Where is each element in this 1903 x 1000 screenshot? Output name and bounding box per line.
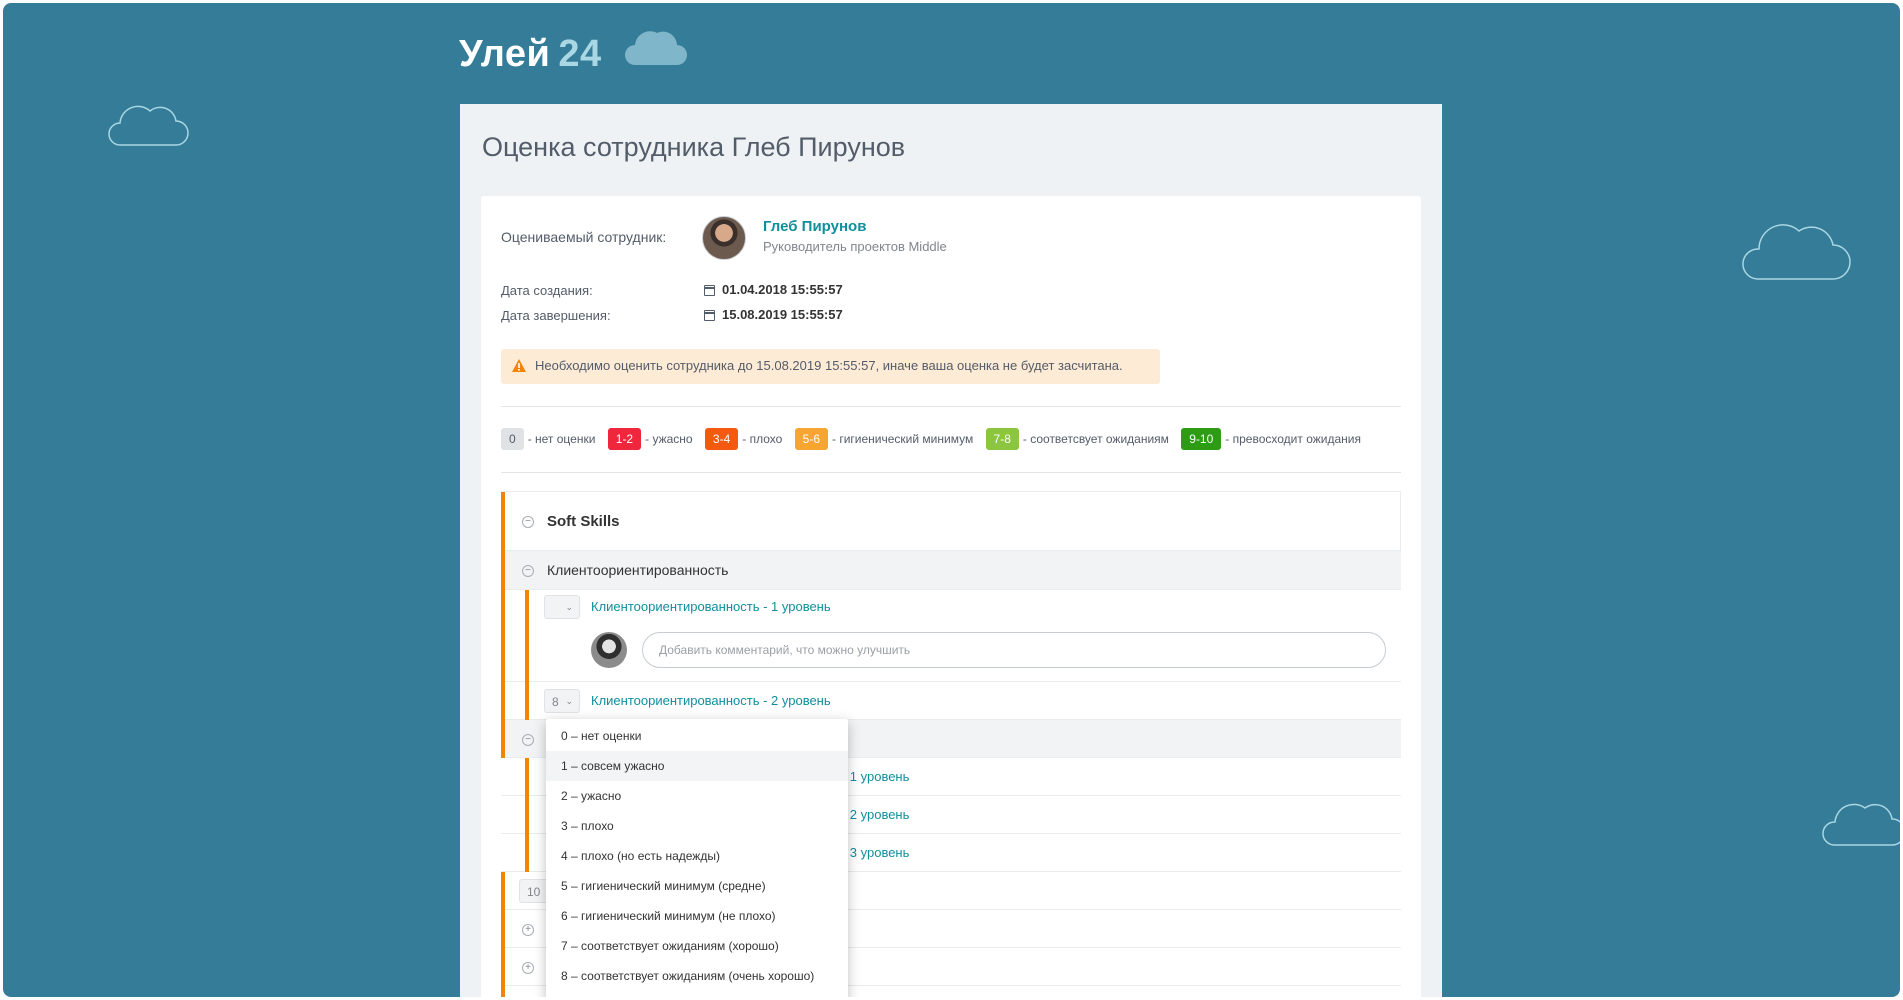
deadline-warning: Необходимо оценить сотрудника до 15.08.2…: [501, 349, 1160, 384]
legend-text: - соответсвует ожиданиям: [1022, 432, 1169, 446]
app-background: Улей 24 Оценка сотрудника Глеб Пирунов Оц…: [3, 3, 1900, 997]
subsection-title: Клиентоориентированность: [547, 562, 729, 578]
calendar-icon: [704, 285, 715, 296]
criterion-link[interactable]: Клиентоориентированность - 2 уровень: [591, 693, 831, 708]
finished-date-value: 15.08.2019 15:55:57: [722, 307, 843, 322]
legend-badge: 5-6: [794, 428, 828, 450]
dropdown-option[interactable]: 6 – гигиенический минимум (не плохо): [546, 901, 848, 931]
section-row-soft-skills[interactable]: − Soft Skills: [501, 491, 1401, 552]
legend-badge: 7-8: [985, 428, 1019, 450]
app-logo[interactable]: Улей 24: [459, 33, 602, 76]
dropdown-option-highlighted[interactable]: 1 – совсем ужасно: [546, 751, 848, 781]
divider: [501, 472, 1401, 473]
legend-text: - ужасно: [645, 432, 693, 446]
employee-position: Руководитель проектов Middle: [763, 239, 947, 254]
criterion-row-level-1: ⌄ Клиентоориентированность - 1 уровень: [501, 590, 1401, 682]
dropdown-option[interactable]: 7 – соответствует ожиданиям (хорошо): [546, 931, 848, 961]
collapse-icon[interactable]: −: [522, 734, 534, 746]
criterion-row-level-2: 8 ⌄ Клиентоориентированность - 2 уровень: [501, 682, 1401, 720]
dropdown-option[interactable]: 2 – ужасно: [546, 781, 848, 811]
dropdown-option[interactable]: 5 – гигиенический минимум (средне): [546, 871, 848, 901]
dropdown-option[interactable]: 0 – нет оценки: [546, 721, 848, 751]
score-select[interactable]: ⌄: [544, 595, 580, 619]
legend-text: - гигиенический минимум: [832, 432, 974, 446]
legend-badge: 0: [501, 428, 524, 450]
legend-item-3-4: 3-4- плохо: [704, 428, 783, 450]
expand-icon[interactable]: +: [522, 962, 534, 974]
score-select[interactable]: 8 ⌄: [544, 689, 580, 713]
chevron-down-icon: ⌄: [565, 602, 573, 612]
dropdown-option[interactable]: 4 – плохо (но есть надежды): [546, 841, 848, 871]
chevron-down-icon: ⌄: [565, 696, 573, 706]
page-title: Оценка сотрудника Глеб Пирунов: [482, 132, 906, 162]
score-value: 10: [527, 885, 541, 899]
legend-item-1-2: 1-2- ужасно: [607, 428, 693, 450]
comment-input[interactable]: [642, 632, 1386, 668]
dropdown-option[interactable]: 3 – плохо: [546, 811, 848, 841]
score-value: 8: [552, 695, 559, 709]
legend-badge: 3-4: [704, 428, 739, 450]
legend-item-5-6: 5-6 - гигиенический минимум: [794, 428, 974, 450]
legend-text: - плохо: [742, 432, 783, 446]
score-legend: 0- нет оценки 1-2- ужасно 3-4- плохо 5-6…: [501, 428, 1361, 450]
employee-avatar[interactable]: [702, 216, 746, 260]
legend-item-7-8: 7-8- соответсвует ожиданиям: [985, 428, 1169, 450]
cloud-icon: [108, 105, 189, 146]
score-dropdown: 0 – нет оценки 1 – совсем ужасно 2 – ужа…: [546, 719, 848, 997]
expand-icon[interactable]: +: [522, 924, 534, 936]
collapse-icon[interactable]: −: [522, 565, 534, 577]
calendar-check-icon: [704, 310, 715, 321]
cloud-icon: [1742, 224, 1851, 280]
legend-text: - превосходит ожидания: [1225, 432, 1361, 446]
legend-text: - нет оценки: [527, 432, 596, 446]
cloud-icon: [1822, 803, 1900, 846]
legend-badge: 9-10: [1181, 428, 1222, 450]
legend-badge: 1-2: [607, 428, 642, 450]
created-date-value: 01.04.2018 15:55:57: [722, 282, 843, 297]
section-title: Soft Skills: [547, 513, 620, 530]
warning-text: Необходимо оценить сотрудника до 15.08.2…: [535, 358, 1123, 373]
logo-number: 24: [558, 33, 602, 75]
subsection-row[interactable]: − Клиентоориентированность: [501, 551, 1401, 590]
created-date-label: Дата создания:: [501, 283, 593, 298]
divider: [501, 406, 1401, 407]
criterion-link[interactable]: Клиентоориентированность - 1 уровень: [591, 599, 831, 614]
warning-icon: [512, 359, 526, 372]
user-avatar: [591, 632, 627, 668]
logo-cloud-icon: [625, 31, 687, 66]
employee-name-link[interactable]: Глеб Пирунов: [763, 218, 866, 235]
legend-item-0: 0- нет оценки: [501, 428, 595, 450]
legend-item-9-10: 9-10- превосходит ожидания: [1181, 428, 1361, 450]
logo-text: Улей: [459, 33, 551, 75]
employee-label: Оцениваемый сотрудник:: [501, 229, 667, 245]
collapse-icon[interactable]: −: [522, 516, 534, 528]
score-select[interactable]: 10: [519, 879, 549, 903]
dropdown-option[interactable]: 8 – соответствует ожиданиям (очень хорош…: [546, 961, 848, 991]
finished-date-label: Дата завершения:: [501, 308, 611, 323]
